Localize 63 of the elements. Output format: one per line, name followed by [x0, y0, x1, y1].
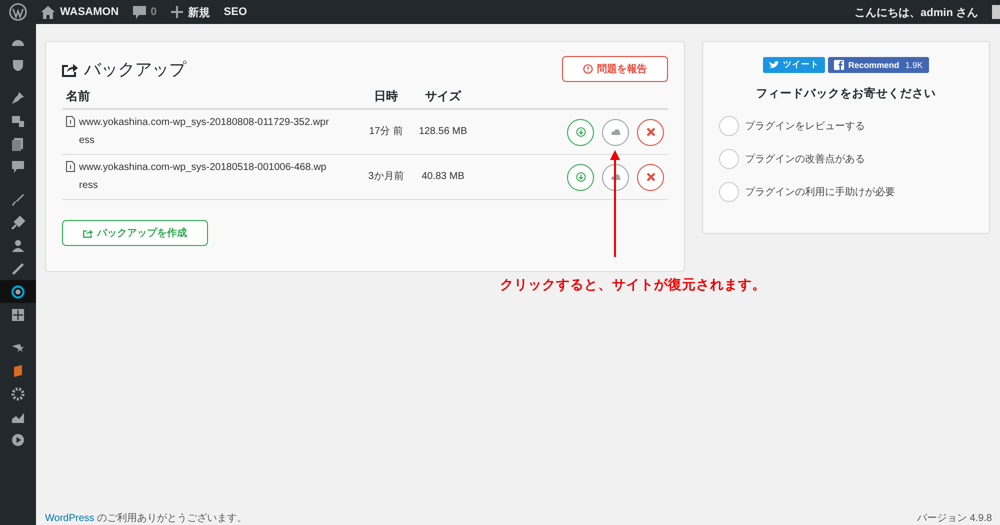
- user-icon: [11, 238, 25, 252]
- download-button[interactable]: [567, 164, 594, 190]
- wordpress-link[interactable]: WordPress: [45, 513, 94, 524]
- bird-icon: [769, 61, 780, 69]
- recommend-count: 1.9K: [905, 60, 923, 70]
- pages-icon: [11, 136, 25, 150]
- download-icon: [576, 127, 586, 137]
- report-problem-button[interactable]: 問題を報告: [562, 56, 668, 82]
- footer-text: のご利用ありがとうございます。: [97, 513, 248, 524]
- sidebar-item[interactable]: [0, 280, 36, 303]
- feedback-option[interactable]: プラグインの利用に手助けが必要: [719, 175, 973, 208]
- pin-icon: [11, 90, 25, 104]
- comment-icon: [132, 6, 146, 18]
- table-cell-text: 40.83 MB: [420, 170, 466, 184]
- media-icon: [11, 114, 25, 128]
- file-icon: [66, 116, 75, 127]
- download-icon: [576, 172, 586, 182]
- download-button[interactable]: [567, 118, 594, 146]
- comment-count[interactable]: 0: [150, 6, 157, 18]
- file-name: www.yokashina.com-wp_sys-20180518-001006-468.wpress: [79, 161, 328, 193]
- radio-button[interactable]: [719, 116, 739, 136]
- cloud-icon: [610, 173, 620, 181]
- radio-button[interactable]: [719, 148, 739, 168]
- seo-link[interactable]: SEO: [224, 6, 248, 18]
- column-header: 名前: [66, 88, 91, 105]
- shield-icon: [11, 58, 25, 72]
- recommend-button[interactable]: Recommend 1.9K: [828, 57, 929, 73]
- wordpress-logo-icon[interactable]: [9, 3, 27, 21]
- restore-button[interactable]: [602, 164, 629, 190]
- site-name-link[interactable]: WASAMON: [60, 6, 119, 18]
- cloud-icon: [610, 128, 620, 136]
- table-cell-text: 3か月前: [368, 170, 404, 184]
- feedback-heading: フィードバックをお寄せください: [755, 86, 937, 101]
- column-header: サイズ: [424, 88, 462, 105]
- feedback-option[interactable]: プラグインをレビューする: [719, 109, 973, 142]
- close-icon: [646, 127, 656, 137]
- file-name: www.yokashina.com-wp_sys-20180808-011729-352.wpress: [79, 116, 329, 148]
- export-icon: [62, 62, 78, 76]
- play-icon: [11, 432, 25, 446]
- facebook-icon: [834, 60, 844, 70]
- radio-button[interactable]: [719, 182, 739, 202]
- table-cell-text: 17分 前: [368, 125, 404, 139]
- home-icon: [41, 6, 55, 18]
- close-icon: [646, 172, 656, 182]
- plus-icon: [170, 6, 183, 18]
- gear-icon: [11, 386, 25, 400]
- alert-icon: [583, 64, 593, 74]
- column-header: 日時: [373, 88, 399, 105]
- file-icon: [66, 161, 75, 172]
- comment-icon: [11, 160, 25, 174]
- greeting-link[interactable]: こんにちは、admin さん: [854, 4, 978, 20]
- export-icon: [83, 228, 93, 238]
- delete-button[interactable]: [637, 118, 664, 146]
- new-link[interactable]: 新規: [188, 4, 210, 20]
- feedback-option[interactable]: プラグインの改善点がある: [719, 142, 973, 175]
- annotation-text: クリックすると、サイトが復元されます。: [500, 276, 767, 294]
- delete-button[interactable]: [637, 164, 664, 190]
- backup-icon: [11, 284, 25, 298]
- page-title: バックアップ: [84, 59, 186, 81]
- version-text: バージョン 4.9.8: [916, 512, 992, 525]
- table-cell-text: 128.56 MB: [418, 125, 468, 139]
- restore-button[interactable]: [602, 118, 629, 146]
- grid-icon: [11, 308, 25, 322]
